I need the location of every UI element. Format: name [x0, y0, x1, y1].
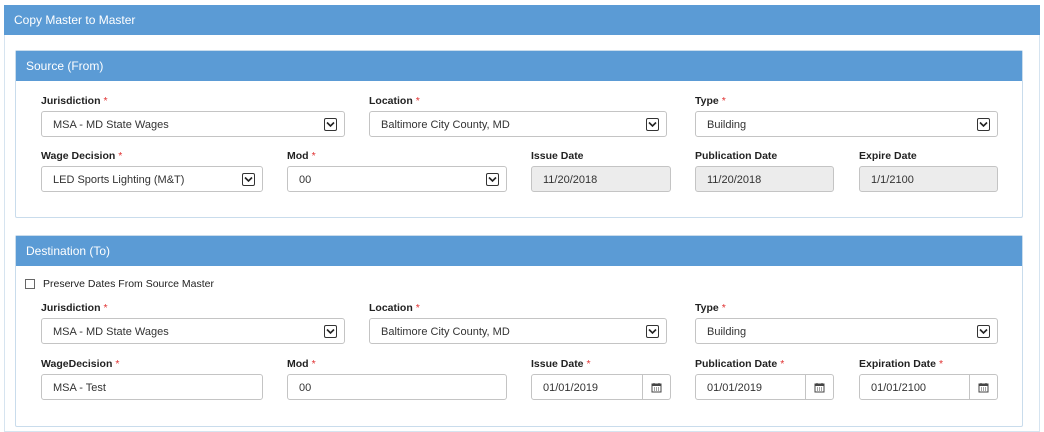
source-location-select[interactable]: Baltimore City County, MD — [369, 111, 667, 137]
destination-location-select[interactable]: Baltimore City County, MD — [369, 318, 667, 344]
chevron-down-icon — [977, 118, 990, 131]
source-mod-select[interactable]: 00 — [287, 166, 507, 192]
source-type-label: Type * — [695, 95, 726, 107]
source-publication-date-label: Publication Date — [695, 150, 778, 162]
preserve-dates-label[interactable]: Preserve Dates From Source Master — [43, 278, 214, 290]
destination-panel-title: Destination (To) — [16, 236, 1022, 266]
source-wage-decision-label: Wage Decision * — [41, 150, 123, 162]
chevron-down-icon — [486, 173, 499, 186]
calendar-icon[interactable] — [642, 375, 670, 399]
source-panel-title: Source (From) — [16, 51, 1022, 81]
destination-jurisdiction-select[interactable]: MSA - MD State Wages — [41, 318, 345, 344]
chevron-down-icon — [646, 325, 659, 338]
destination-publication-date-label: Publication Date * — [695, 358, 785, 370]
dialog-title: Copy Master to Master — [4, 5, 1040, 35]
source-location-label: Location * — [369, 95, 420, 107]
source-mod-label: Mod * — [287, 150, 316, 162]
destination-expiration-date-label: Expiration Date * — [859, 358, 944, 370]
source-expire-date-field: 1/1/2100 — [859, 166, 998, 192]
source-jurisdiction-select[interactable]: MSA - MD State Wages — [41, 111, 345, 137]
chevron-down-icon — [324, 325, 337, 338]
chevron-down-icon — [646, 118, 659, 131]
destination-expiration-date-input[interactable]: 01/01/2100 — [859, 374, 998, 400]
destination-jurisdiction-label: Jurisdiction * — [41, 302, 108, 314]
chevron-down-icon — [977, 325, 990, 338]
destination-publication-date-input[interactable]: 01/01/2019 — [695, 374, 834, 400]
destination-issue-date-input[interactable]: 01/01/2019 — [531, 374, 671, 400]
destination-type-select[interactable]: Building — [695, 318, 998, 344]
source-jurisdiction-label: Jurisdiction * — [41, 95, 108, 107]
destination-mod-label: Mod * — [287, 358, 316, 370]
destination-wage-decision-input[interactable]: MSA - Test — [41, 374, 263, 400]
calendar-icon[interactable] — [969, 375, 997, 399]
preserve-dates-checkbox[interactable] — [25, 279, 35, 289]
source-issue-date-field: 11/20/2018 — [531, 166, 671, 192]
destination-mod-input[interactable]: 00 — [287, 374, 507, 400]
calendar-icon[interactable] — [805, 375, 833, 399]
destination-location-label: Location * — [369, 302, 420, 314]
chevron-down-icon — [324, 118, 337, 131]
destination-type-label: Type * — [695, 302, 726, 314]
source-publication-date-field: 11/20/2018 — [695, 166, 834, 192]
source-issue-date-label: Issue Date — [531, 150, 584, 162]
destination-wage-decision-label: WageDecision * — [41, 358, 120, 370]
chevron-down-icon — [242, 173, 255, 186]
source-expire-date-label: Expire Date — [859, 150, 917, 162]
source-wage-decision-select[interactable]: LED Sports Lighting (M&T) — [41, 166, 263, 192]
source-type-select[interactable]: Building — [695, 111, 998, 137]
destination-issue-date-label: Issue Date * — [531, 358, 591, 370]
